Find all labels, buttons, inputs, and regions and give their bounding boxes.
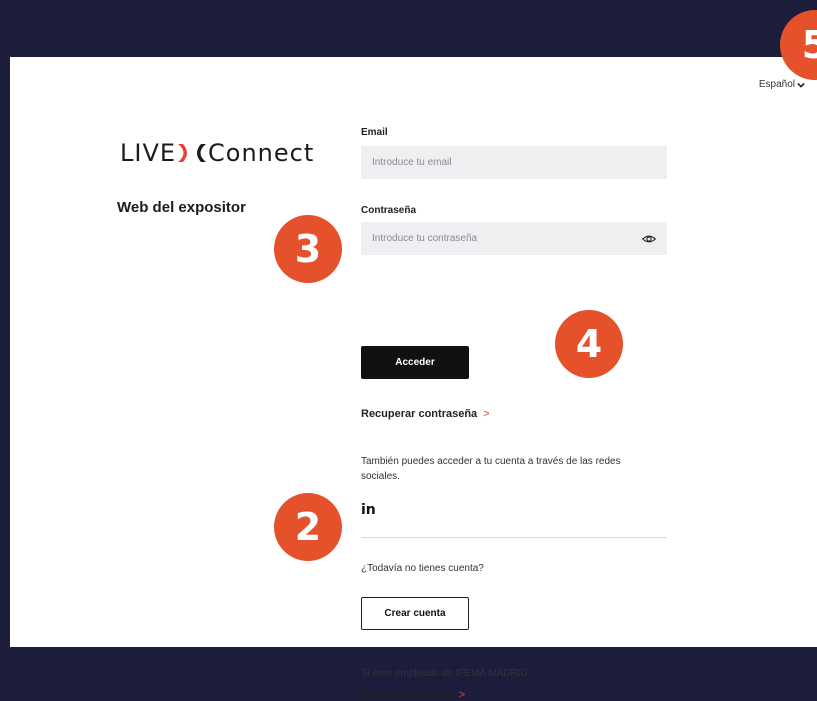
no-account-text: ¿Todavía no tienes cuenta? [361,563,484,574]
annotation-badge-2: 2 [274,493,342,561]
employee-login-link[interactable]: Inicia sesión aquí > [361,689,465,701]
eye-icon[interactable] [642,232,656,246]
language-label: Español [758,79,795,90]
logo-text-live: LIVE [120,139,177,167]
recover-password-label: Recuperar contraseña [361,408,478,420]
password-field[interactable]: Introduce tu contraseña [361,222,667,255]
email-placeholder: Introduce tu email [372,157,452,168]
liveconnect-logo: LIVE Connect [120,139,314,167]
social-login-text: También puedes acceder a tu cuenta a tra… [361,456,621,482]
employee-login-label: Inicia sesión aquí [361,689,453,701]
email-label: Email [361,127,388,138]
login-button[interactable]: Acceder [361,346,469,379]
chevron-down-icon [797,82,805,88]
recover-password-link[interactable]: Recuperar contraseña > [361,408,490,420]
annotation-badge-3: 3 [274,215,342,283]
chevron-right-icon: > [483,408,490,420]
language-selector[interactable]: Español [759,79,805,90]
linkedin-icon[interactable]: in [361,502,376,518]
page-subtitle: Web del expositor [117,199,246,216]
login-panel: Español LIVE Connect Web del expositor E… [10,57,817,701]
chevron-right-icon: > [458,689,466,701]
create-account-button[interactable]: Crear cuenta [361,597,469,630]
employee-text: Si eres empleado de IFEMA MADRID [361,668,528,679]
logo-text-connect: Connect [208,139,315,167]
annotation-badge-4: 4 [555,310,623,378]
email-field[interactable]: Introduce tu email [361,146,667,179]
logo-mark-icon [177,142,207,164]
password-placeholder: Introduce tu contraseña [372,233,478,244]
divider [361,537,667,538]
password-label: Contraseña [361,205,417,216]
